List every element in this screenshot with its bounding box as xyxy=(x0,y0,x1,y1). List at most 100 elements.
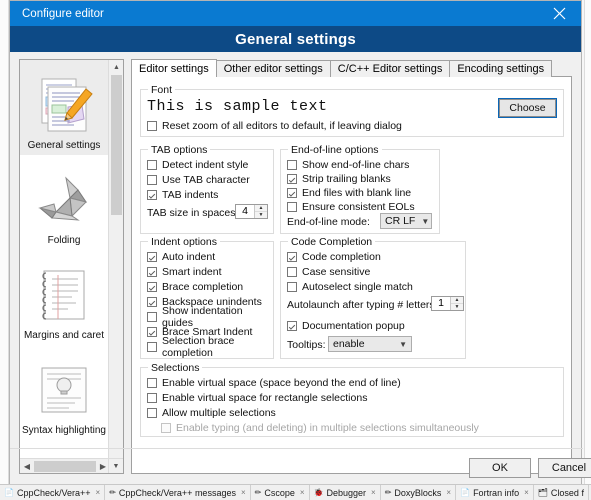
origami-crane-icon xyxy=(32,168,96,232)
stepper-arrows[interactable]: ▲ ▼ xyxy=(450,297,463,310)
taskbar-item-doxyblocks[interactable]: ✏ DoxyBlocks × xyxy=(381,485,457,500)
smart-indent-checkbox[interactable]: Smart indent xyxy=(147,265,222,279)
tab-label: Other editor settings xyxy=(223,63,323,75)
taskbar-item-cppcheck[interactable]: 📄 CppCheck/Vera++ × xyxy=(0,485,106,500)
close-icon[interactable]: × xyxy=(300,488,305,497)
sidebar-item-syntax-highlighting[interactable]: Syntax highlighting xyxy=(20,345,108,440)
taskbar-item-fortran-info[interactable]: 📄 Fortran info × xyxy=(456,485,534,500)
chevron-up-icon[interactable]: ▲ xyxy=(109,60,123,75)
host-right-edge xyxy=(584,0,591,484)
cancel-button[interactable]: Cancel xyxy=(538,458,591,478)
sidebar-item-general-settings[interactable]: General settings xyxy=(20,60,108,155)
close-icon[interactable]: × xyxy=(524,488,529,497)
eol-mode-value: CR LF xyxy=(385,215,416,227)
tab-size-stepper[interactable]: 4 ▲ ▼ xyxy=(235,204,268,219)
checkbox-label: Enable virtual space for rectangle selec… xyxy=(162,392,368,404)
ok-button[interactable]: OK xyxy=(469,458,531,478)
sidebar-item-folding[interactable]: Folding xyxy=(20,155,108,250)
checkbox-label: Show end-of-line chars xyxy=(302,159,410,171)
close-button[interactable] xyxy=(537,1,581,26)
enable-virtual-space-checkbox[interactable]: Enable virtual space (space beyond the e… xyxy=(147,376,401,390)
tab-editor-settings[interactable]: Editor settings xyxy=(131,59,217,77)
tooltips-select[interactable]: enable ▼ xyxy=(328,336,412,352)
enable-virtual-space-rectangle-checkbox[interactable]: Enable virtual space for rectangle selec… xyxy=(147,391,367,405)
scrollbar-thumb[interactable] xyxy=(111,75,122,215)
stepper-arrows[interactable]: ▲ ▼ xyxy=(254,205,267,218)
sidebar-vertical-scrollbar[interactable]: ▲ xyxy=(108,60,123,459)
tooltips-label: Tooltips: xyxy=(287,339,326,351)
tab-size-label: TAB size in spaces: xyxy=(147,207,239,219)
chevron-left-icon[interactable]: ◀ xyxy=(20,459,34,474)
tab-size-value[interactable]: 4 xyxy=(236,205,254,218)
autolaunch-value[interactable]: 1 xyxy=(432,297,450,310)
checkbox-box xyxy=(147,160,157,170)
autolaunch-stepper[interactable]: 1 ▲ ▼ xyxy=(431,296,464,311)
use-tab-character-checkbox[interactable]: Use TAB character xyxy=(147,173,250,187)
taskbar-item-closed-files[interactable]: 🗂 Closed f xyxy=(534,485,589,500)
spinner-up-icon[interactable]: ▲ xyxy=(451,297,463,304)
checkbox-label: Code completion xyxy=(302,251,381,263)
ensure-consistent-eols-checkbox[interactable]: Ensure consistent EOLs xyxy=(287,200,415,214)
show-indentation-guides-checkbox[interactable]: Show indentation guides xyxy=(147,305,273,329)
spinner-down-icon[interactable]: ▼ xyxy=(255,212,267,218)
cancel-label: Cancel xyxy=(551,462,587,474)
selection-brace-completion-checkbox[interactable]: Selection brace completion xyxy=(147,335,273,359)
eol-mode-row: End-of-line mode: xyxy=(287,216,370,228)
checkbox-label: Selection brace completion xyxy=(162,335,235,359)
choose-font-label: Choose xyxy=(509,102,546,114)
tab-encoding-settings[interactable]: Encoding settings xyxy=(449,60,553,77)
spinner-down-icon[interactable]: ▼ xyxy=(451,304,463,310)
eol-mode-select[interactable]: CR LF ▼ xyxy=(380,213,432,229)
end-files-with-blank-line-checkbox[interactable]: End files with blank line xyxy=(287,186,411,200)
tab-cpp-editor-settings[interactable]: C/C++ Editor settings xyxy=(329,60,451,77)
tab-label: C/C++ Editor settings xyxy=(337,63,443,75)
close-icon[interactable]: × xyxy=(446,488,451,497)
show-eol-chars-checkbox[interactable]: Show end-of-line chars xyxy=(287,158,409,172)
detect-indent-style-checkbox[interactable]: Detect indent style xyxy=(147,158,248,172)
checkbox-label: Brace completion xyxy=(162,281,244,293)
sidebar-item-stamp[interactable] xyxy=(20,440,108,459)
case-sensitive-checkbox[interactable]: Case sensitive xyxy=(287,265,370,279)
pencil-icon: ✏ xyxy=(254,487,262,497)
checkbox-box xyxy=(147,252,157,262)
choose-font-button[interactable]: Choose xyxy=(498,98,557,118)
autoselect-single-match-checkbox[interactable]: Autoselect single match xyxy=(287,280,413,294)
documentation-popup-checkbox[interactable]: Documentation popup xyxy=(287,319,405,333)
strip-trailing-blanks-checkbox[interactable]: Strip trailing blanks xyxy=(287,172,391,186)
taskbar-item-debugger[interactable]: 🐞 Debugger × xyxy=(310,485,381,500)
close-icon[interactable]: × xyxy=(241,488,246,497)
code-completion-group: Code Completion Code completion Case sen… xyxy=(280,236,466,359)
sidebar-item-margins-and-caret[interactable]: Margins and caret xyxy=(20,250,108,345)
auto-indent-checkbox[interactable]: Auto indent xyxy=(147,250,215,264)
taskbar-item-cscope[interactable]: ✏ Cscope × xyxy=(251,485,310,500)
close-icon[interactable]: × xyxy=(96,488,101,497)
autolaunch-label: Autolaunch after typing # letters: xyxy=(287,299,438,311)
notepad-icon xyxy=(32,263,96,327)
settings-category-list[interactable]: General settings Folding Margins and car… xyxy=(19,59,124,474)
eol-options-group: End-of-line options Show end-of-line cha… xyxy=(280,144,440,234)
indent-options-caption: Indent options xyxy=(148,236,220,248)
highlighted-document-icon xyxy=(32,358,96,422)
spinner-up-icon[interactable]: ▲ xyxy=(255,205,267,212)
tab-other-editor-settings[interactable]: Other editor settings xyxy=(215,60,331,77)
taskbar-item-label: Cscope xyxy=(264,487,295,498)
chevron-down-icon[interactable]: ▼ xyxy=(108,458,123,473)
tab-options-caption: TAB options xyxy=(148,144,211,156)
tab-indents-checkbox[interactable]: TAB indents xyxy=(147,188,218,202)
checkbox-box xyxy=(147,312,157,322)
chevron-down-icon: ▼ xyxy=(421,216,430,226)
checkbox-box xyxy=(147,297,157,307)
scrollbar-thumb-horizontal[interactable] xyxy=(34,460,96,472)
brace-completion-checkbox[interactable]: Brace completion xyxy=(147,280,243,294)
checkbox-box xyxy=(147,282,157,292)
configure-editor-dialog: Configure editor General settings Genera… xyxy=(9,0,591,485)
sidebar-item-label: Margins and caret xyxy=(23,330,105,341)
checkbox-box xyxy=(161,423,171,433)
reset-zoom-checkbox[interactable]: Reset zoom of all editors to default, if… xyxy=(147,119,402,133)
allow-multiple-selections-checkbox[interactable]: Allow multiple selections xyxy=(147,406,276,420)
close-icon[interactable]: × xyxy=(371,488,376,497)
taskbar-item-cppcheck-messages[interactable]: ✏ CppCheck/Vera++ messages × xyxy=(105,485,251,500)
code-completion-checkbox[interactable]: Code completion xyxy=(287,250,381,264)
font-group: Font This is sample text Choose Reset zo… xyxy=(140,84,564,137)
checkbox-box xyxy=(147,393,157,403)
